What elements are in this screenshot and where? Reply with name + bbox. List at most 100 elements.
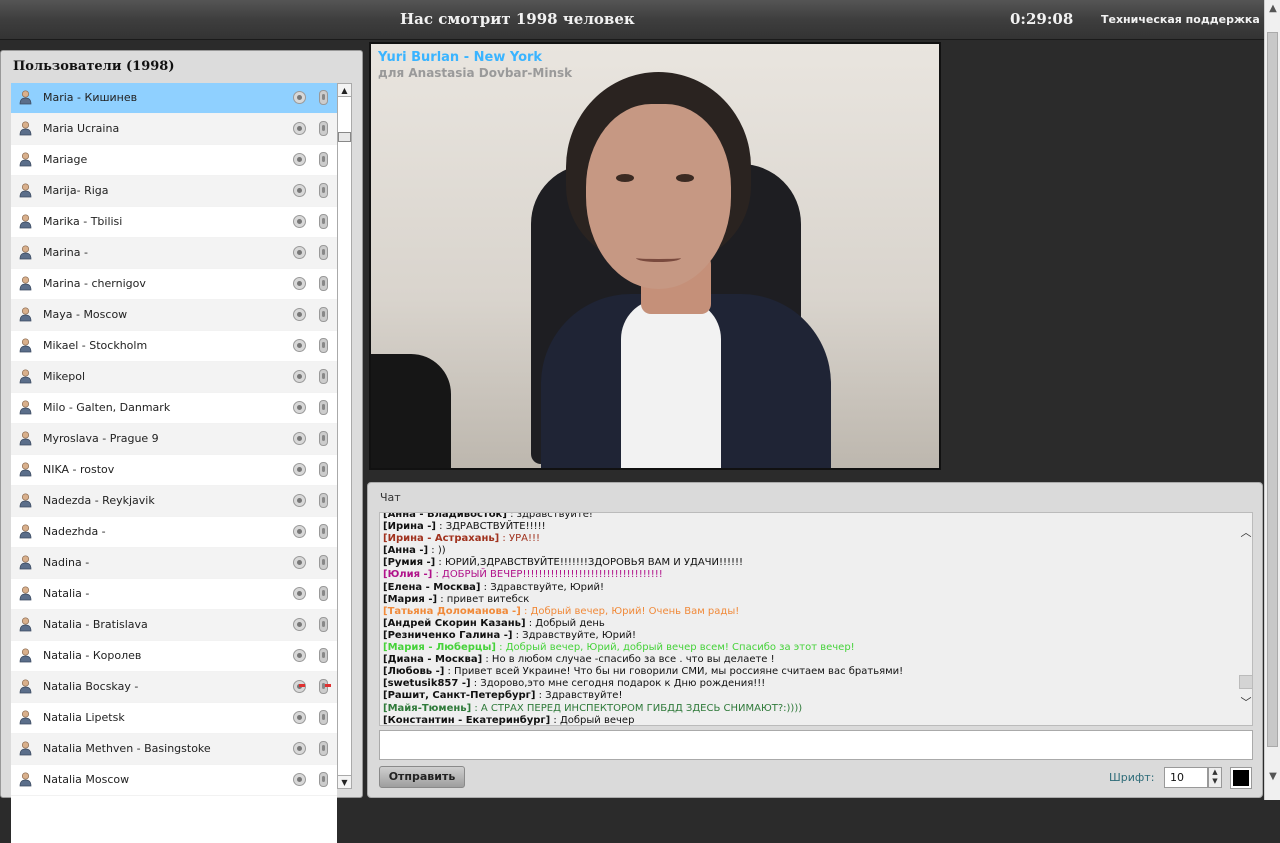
microphone-icon[interactable] <box>319 493 328 508</box>
microphone-icon[interactable] <box>319 276 328 291</box>
window-scrollbar[interactable]: ▲ ▼ <box>1264 0 1280 800</box>
chat-messages[interactable]: [Анна - Владивосток] : здравствуйте! [Ири… <box>379 512 1253 726</box>
microphone-icon[interactable] <box>319 741 328 756</box>
webcam-icon[interactable] <box>293 711 306 724</box>
webcam-icon[interactable] <box>293 91 306 104</box>
webcam-icon[interactable] <box>293 308 306 321</box>
microphone-icon[interactable] <box>319 338 328 353</box>
user-row[interactable]: Natalia Lipetsk <box>11 703 337 734</box>
support-link[interactable]: Техническая поддержка <box>1101 13 1260 26</box>
user-row[interactable]: Myroslava - Prague 9 <box>11 424 337 455</box>
webcam-icon[interactable] <box>293 339 306 352</box>
microphone-icon[interactable] <box>319 555 328 570</box>
chevron-up-icon[interactable]: ︿ <box>1240 527 1252 539</box>
microphone-icon[interactable] <box>319 400 328 415</box>
webcam-icon[interactable] <box>293 153 306 166</box>
top-bar: Нас смотрит 1998 человек 0:29:08 Техниче… <box>0 0 1264 40</box>
user-row[interactable]: Nadina - <box>11 548 337 579</box>
microphone-icon[interactable] <box>319 245 328 260</box>
window-scroll-thumb[interactable] <box>1267 32 1278 747</box>
font-size-input[interactable]: 10 <box>1164 767 1208 788</box>
user-name: Myroslava - Prague 9 <box>43 432 159 445</box>
scroll-down-icon[interactable]: ▼ <box>338 775 351 788</box>
webcam-icon[interactable] <box>293 246 306 259</box>
user-row[interactable]: Natalia - Королев <box>11 641 337 672</box>
user-row[interactable]: Marina - chernigov <box>11 269 337 300</box>
send-button[interactable]: Отправить <box>379 766 465 788</box>
user-row[interactable]: Natalia - Bratislava <box>11 610 337 641</box>
microphone-icon[interactable] <box>319 121 328 136</box>
scroll-up-icon[interactable]: ▲ <box>338 84 351 97</box>
chat-input[interactable] <box>379 730 1253 760</box>
webcam-icon[interactable] <box>293 122 306 135</box>
user-row[interactable]: Mikepol <box>11 362 337 393</box>
webcam-icon[interactable] <box>293 618 306 631</box>
microphone-icon[interactable] <box>319 431 328 446</box>
user-list-scrollbar[interactable]: ▲ ▼ <box>337 83 352 789</box>
microphone-icon[interactable] <box>319 369 328 384</box>
chat-scroll-thumb[interactable] <box>1239 675 1252 689</box>
scroll-up-arrow-icon[interactable]: ▲ <box>1268 4 1278 14</box>
user-avatar-icon <box>19 648 32 663</box>
microphone-icon[interactable] <box>319 524 328 539</box>
user-row[interactable]: Marina - <box>11 238 337 269</box>
user-row[interactable]: Marika - Tbilisi <box>11 207 337 238</box>
user-row[interactable]: Natalia Moscow <box>11 765 337 796</box>
user-row[interactable]: Milo - Galten, Danmark <box>11 393 337 424</box>
microphone-icon[interactable] <box>319 617 328 632</box>
webcam-icon[interactable] <box>293 556 306 569</box>
user-row[interactable]: Maria - Кишинев <box>11 83 337 114</box>
chat-panel: Чат [Анна - Владивосток] : здравствуйте!… <box>367 482 1263 798</box>
webcam-icon[interactable] <box>293 184 306 197</box>
microphone-icon[interactable] <box>319 586 328 601</box>
user-avatar-icon <box>19 617 32 632</box>
user-list-scroll-thumb[interactable] <box>338 132 351 142</box>
stepper-down-icon[interactable]: ▼ <box>1209 777 1221 786</box>
message-separator: : <box>512 629 523 641</box>
webcam-icon[interactable] <box>293 432 306 445</box>
webcam-icon[interactable] <box>293 742 306 755</box>
microphone-icon[interactable] <box>319 183 328 198</box>
microphone-icon[interactable] <box>319 214 328 229</box>
chevron-down-icon[interactable]: ﹀ <box>1240 697 1252 709</box>
user-row[interactable]: Mariage <box>11 145 337 176</box>
user-row[interactable]: Nadezhda - <box>11 517 337 548</box>
microphone-icon[interactable] <box>319 462 328 477</box>
stepper-up-icon[interactable]: ▲ <box>1209 768 1221 777</box>
scroll-down-arrow-icon[interactable]: ▼ <box>1268 772 1278 782</box>
microphone-icon[interactable] <box>319 772 328 787</box>
font-size-stepper[interactable]: ▲ ▼ <box>1208 767 1222 788</box>
message-separator: : <box>550 714 560 726</box>
webcam-icon[interactable] <box>293 401 306 414</box>
microphone-icon[interactable] <box>319 152 328 167</box>
user-row[interactable]: Natalia Bocskay - <box>11 672 337 703</box>
microphone-icon[interactable] <box>319 648 328 663</box>
message-separator: : <box>495 642 506 654</box>
text-color-picker[interactable] <box>1230 767 1252 789</box>
webcam-icon[interactable] <box>293 215 306 228</box>
user-row[interactable]: Mikael - Stockholm <box>11 331 337 362</box>
webcam-icon[interactable] <box>293 649 306 662</box>
chat-message: [Константин - Екатеринбург] : Добрый веч… <box>383 714 1233 726</box>
chat-scrollbar[interactable]: ︿ ﹀ <box>1238 513 1252 725</box>
webcam-icon[interactable] <box>293 773 306 786</box>
video-eye-right <box>676 174 694 182</box>
webcam-icon[interactable] <box>293 587 306 600</box>
webcam-icon[interactable] <box>293 370 306 383</box>
user-list[interactable]: Maria - Кишинев Maria Ucraina Mariage Marij… <box>11 83 337 843</box>
webcam-icon[interactable] <box>293 277 306 290</box>
user-row[interactable]: Natalia - <box>11 579 337 610</box>
user-row[interactable]: Maria Ucraina <box>11 114 337 145</box>
webcam-icon[interactable] <box>293 494 306 507</box>
microphone-icon[interactable] <box>319 710 328 725</box>
user-row[interactable]: NIKA - rostov <box>11 455 337 486</box>
microphone-icon[interactable] <box>319 90 328 105</box>
user-row[interactable]: Marija- Riga <box>11 176 337 207</box>
user-row[interactable]: Natalia Methven - Basingstoke <box>11 734 337 765</box>
microphone-icon[interactable] <box>319 307 328 322</box>
webcam-icon[interactable] <box>293 463 306 476</box>
user-row[interactable]: Maya - Moscow <box>11 300 337 331</box>
user-avatar-icon <box>19 772 32 787</box>
webcam-icon[interactable] <box>293 525 306 538</box>
user-row[interactable]: Nadezda - Reykjavik <box>11 486 337 517</box>
